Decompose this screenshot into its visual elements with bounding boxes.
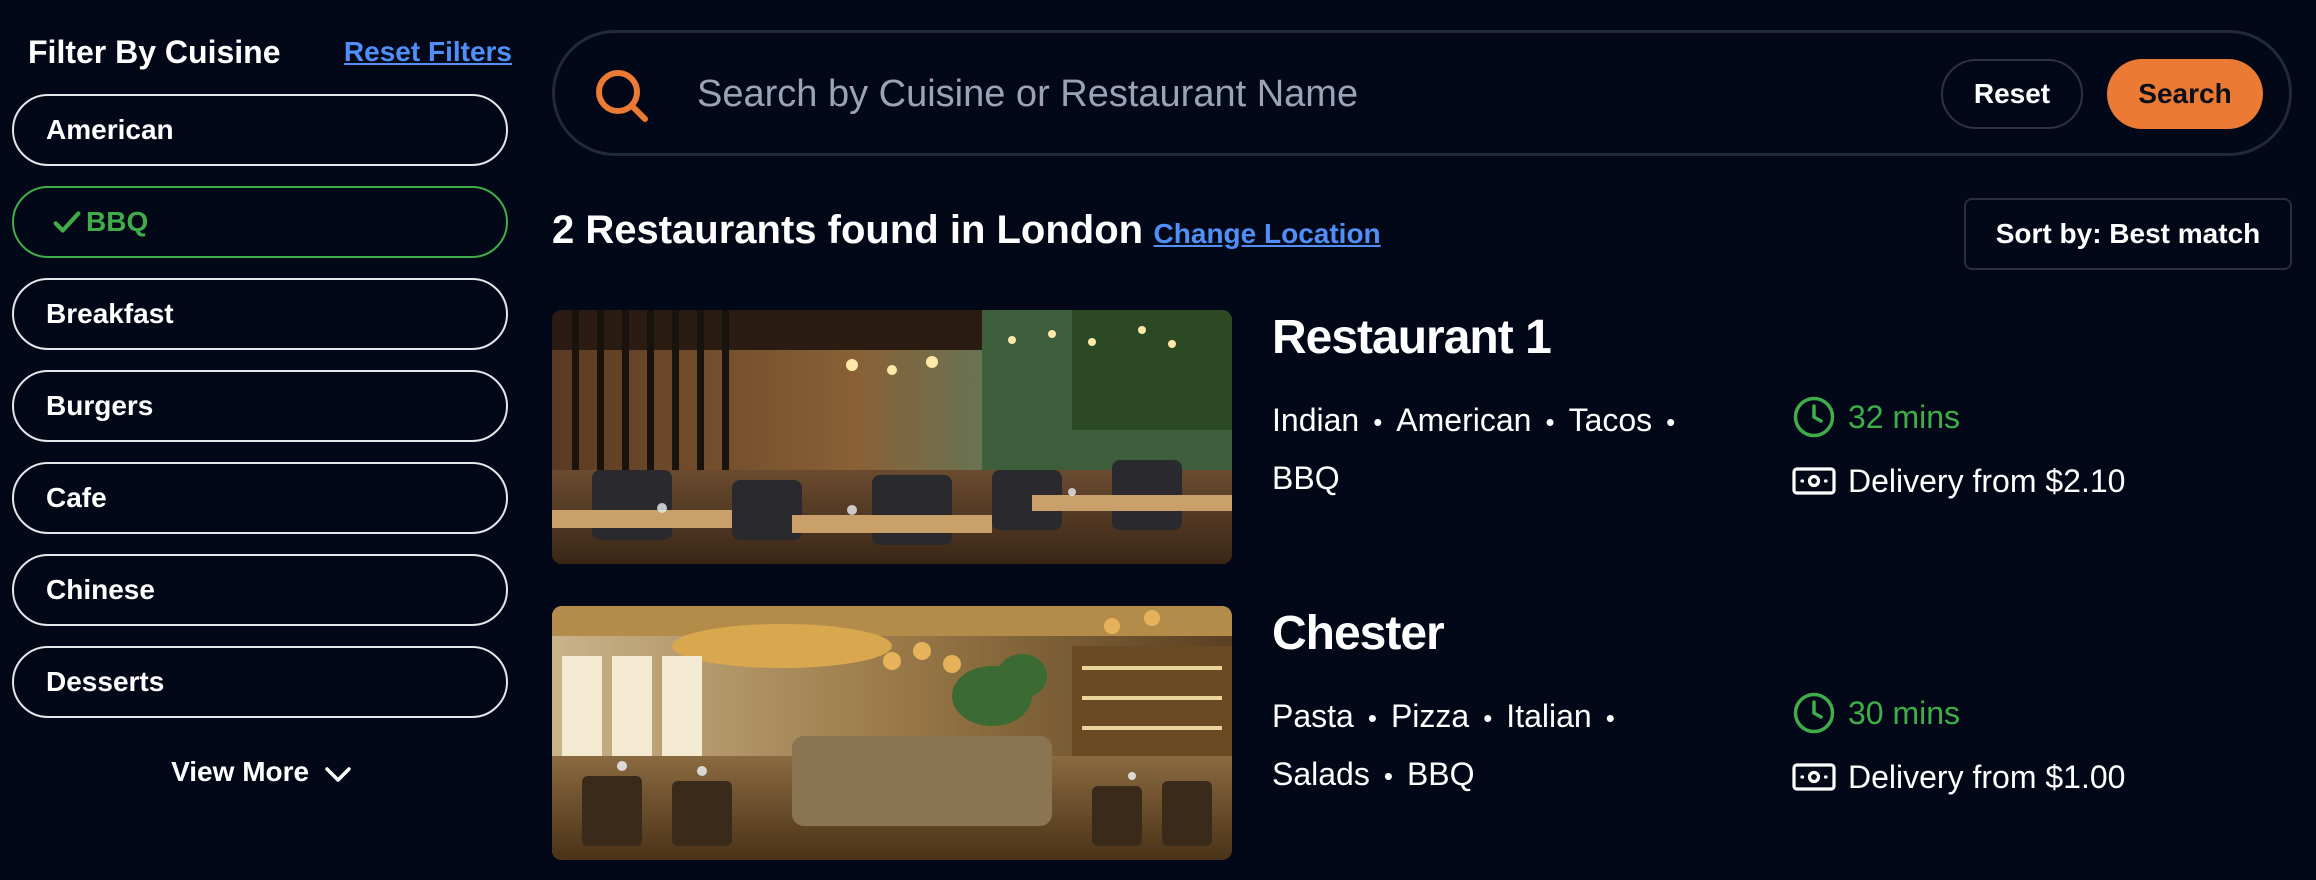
change-location-link[interactable]: Change Location bbox=[1154, 218, 1381, 249]
restaurant-name: Chester bbox=[1272, 607, 1445, 660]
check-icon bbox=[53, 211, 81, 233]
cuisine-tag: American bbox=[1396, 402, 1532, 438]
cuisine-tag: BBQ bbox=[1406, 756, 1475, 792]
filter-header: Filter By Cuisine Reset Filters bbox=[28, 34, 512, 74]
restaurant-name: Restaurant 1 bbox=[1272, 311, 1552, 364]
delivery-time-text: 32 mins bbox=[1848, 398, 1961, 435]
cuisine-label: Burgers bbox=[46, 390, 154, 421]
chevron-down-icon bbox=[325, 766, 351, 782]
cuisine-label: Chinese bbox=[46, 574, 155, 605]
cuisine-tag: Pasta bbox=[1272, 698, 1354, 734]
reset-button[interactable]: Reset bbox=[1941, 59, 2083, 129]
search-bar: Reset Search bbox=[552, 30, 2292, 156]
cuisine-filter-breakfast[interactable]: Breakfast bbox=[12, 278, 508, 350]
cuisine-filter-american[interactable]: American bbox=[12, 94, 508, 166]
cuisine-tag: Pizza bbox=[1390, 698, 1470, 734]
view-more-button[interactable]: View More bbox=[12, 756, 512, 788]
delivery-fee: Delivery from $2.10 bbox=[1792, 456, 2125, 506]
restaurant-cuisines: Indian • American • Tacos • BBQ bbox=[1272, 402, 1676, 496]
cuisine-label: BBQ bbox=[86, 206, 149, 237]
cuisine-label: Breakfast bbox=[46, 298, 174, 329]
clock-icon bbox=[1793, 396, 1835, 438]
reset-filters-link[interactable]: Reset Filters bbox=[344, 36, 512, 68]
banknote-icon bbox=[1792, 467, 1836, 495]
search-button[interactable]: Search bbox=[2107, 59, 2263, 129]
filter-title: Filter By Cuisine bbox=[28, 34, 281, 70]
delivery-fee: Delivery from $1.00 bbox=[1792, 752, 2125, 802]
banknote-icon bbox=[1792, 763, 1836, 791]
cuisine-tag: Salads bbox=[1272, 756, 1370, 792]
cuisine-filter-desserts[interactable]: Desserts bbox=[12, 646, 508, 718]
cuisine-tag: BBQ bbox=[1272, 460, 1340, 496]
restaurant-image bbox=[552, 606, 1232, 860]
restaurant-card[interactable]: Chester Pasta • Pizza • Italian • Salads • BBQ 3… bbox=[552, 606, 2292, 860]
cuisine-label: Desserts bbox=[46, 666, 165, 697]
cuisine-tag: Indian bbox=[1272, 402, 1360, 438]
delivery-time: 32 mins bbox=[1792, 392, 1960, 442]
delivery-fee-text: Delivery from $1.00 bbox=[1848, 758, 2126, 795]
results-header: 2 Restaurants found in London Change Loc… bbox=[552, 208, 1381, 268]
search-icon bbox=[596, 70, 648, 122]
cuisine-filter-burgers[interactable]: Burgers bbox=[12, 370, 508, 442]
restaurant-card[interactable]: Restaurant 1 Indian • American • Tacos • BBQ 3… bbox=[552, 310, 2292, 564]
restaurant-image bbox=[552, 310, 1232, 564]
cuisine-tag: Italian bbox=[1506, 698, 1592, 734]
cuisine-tag: Tacos bbox=[1568, 402, 1653, 438]
cuisine-label: American bbox=[46, 114, 174, 145]
cuisine-filter-chinese[interactable]: Chinese bbox=[12, 554, 508, 626]
results-count: 2 Restaurants found in London bbox=[552, 208, 1144, 252]
delivery-fee-text: Delivery from $2.10 bbox=[1848, 462, 2126, 499]
sort-dropdown[interactable]: Sort by: Best match bbox=[1964, 198, 2292, 270]
cuisine-filter-bbq[interactable]: BBQ bbox=[12, 186, 508, 258]
delivery-time: 30 mins bbox=[1792, 688, 1960, 738]
cuisine-filter-cafe[interactable]: Cafe bbox=[12, 462, 508, 534]
restaurant-cuisines: Pasta • Pizza • Italian • Salads • BBQ bbox=[1272, 698, 1615, 792]
view-more-label: View More bbox=[171, 756, 310, 787]
delivery-time-text: 30 mins bbox=[1848, 694, 1961, 731]
search-input[interactable] bbox=[695, 63, 1699, 125]
cuisine-label: Cafe bbox=[46, 482, 107, 513]
clock-icon bbox=[1793, 692, 1835, 734]
